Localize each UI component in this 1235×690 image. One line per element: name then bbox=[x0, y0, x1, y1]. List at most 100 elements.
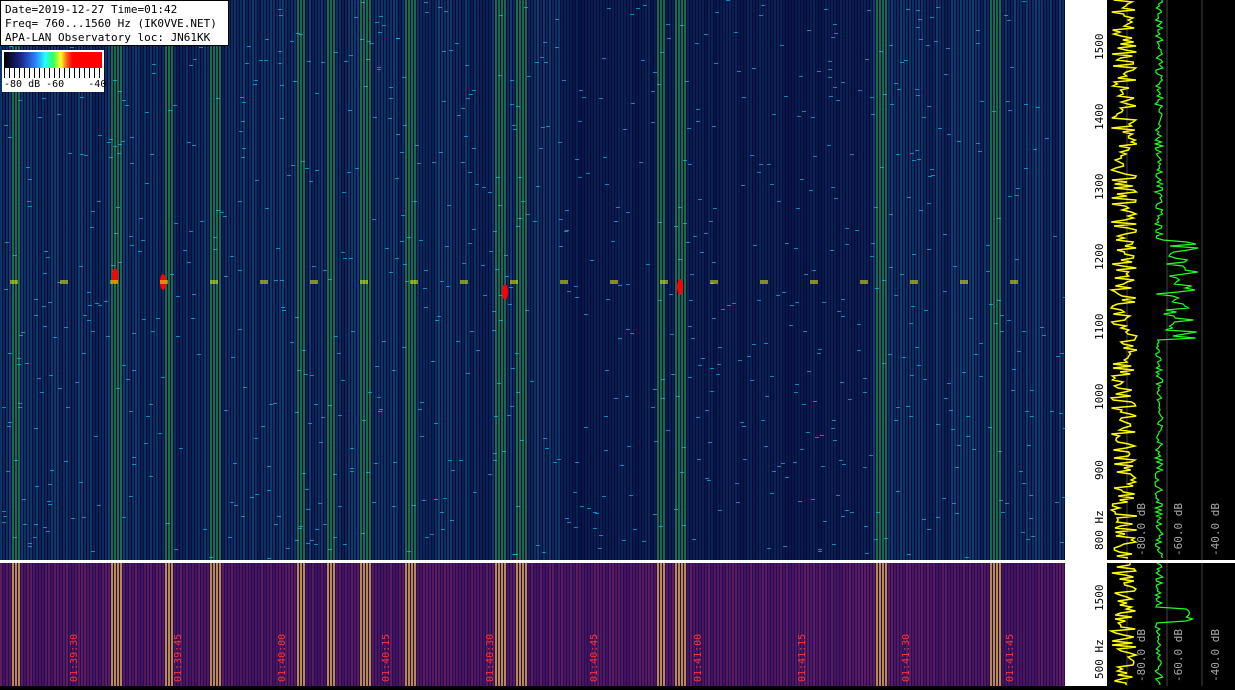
noise-speck bbox=[727, 305, 731, 306]
waterfall-streak bbox=[903, 0, 905, 560]
waterfall-streak-secondary bbox=[351, 563, 353, 686]
waterfall-streak bbox=[687, 0, 689, 560]
waterfall-streak bbox=[588, 0, 590, 560]
waterfall-streak bbox=[144, 0, 146, 560]
waterfall-streak bbox=[333, 0, 335, 560]
noise-speck bbox=[919, 210, 923, 211]
waterfall-streak-secondary bbox=[204, 563, 206, 686]
noise-speck bbox=[1024, 168, 1028, 169]
waterfall-streak-secondary bbox=[954, 563, 956, 686]
carrier-dash bbox=[910, 280, 918, 284]
noise-speck bbox=[38, 117, 42, 118]
waterfall-streak bbox=[732, 0, 734, 560]
noise-speck bbox=[657, 84, 661, 85]
waterfall-streak-secondary bbox=[300, 563, 302, 686]
waterfall-streak-secondary bbox=[657, 563, 659, 686]
noise-speck bbox=[3, 516, 7, 517]
waterfall-streak-secondary bbox=[879, 563, 881, 686]
noise-speck bbox=[686, 242, 690, 243]
noise-speck bbox=[900, 62, 904, 63]
noise-speck bbox=[631, 103, 635, 104]
waterfall-streak-secondary bbox=[294, 563, 296, 686]
noise-speck bbox=[129, 411, 133, 412]
noise-speck bbox=[255, 494, 259, 495]
noise-speck bbox=[620, 465, 624, 466]
noise-speck bbox=[82, 517, 86, 518]
waterfall-streak bbox=[618, 0, 620, 560]
waterfall-streak bbox=[819, 0, 821, 560]
noise-speck bbox=[253, 84, 257, 85]
noise-speck bbox=[33, 537, 37, 538]
waterfall-streak-secondary bbox=[15, 563, 17, 686]
waterfall-streak bbox=[1062, 0, 1064, 560]
noise-speck bbox=[152, 64, 156, 65]
waterfall-streak-secondary bbox=[138, 563, 140, 686]
noise-speck bbox=[785, 477, 789, 478]
noise-speck bbox=[396, 134, 400, 135]
waterfall-streak-secondary bbox=[660, 563, 662, 686]
noise-speck bbox=[333, 474, 337, 475]
noise-speck bbox=[871, 114, 875, 115]
noise-speck bbox=[224, 410, 228, 411]
noise-speck bbox=[264, 60, 268, 61]
waterfall-streak bbox=[639, 0, 641, 560]
waterfall-streak bbox=[1005, 0, 1007, 560]
noise-speck bbox=[47, 501, 51, 502]
noise-speck bbox=[309, 181, 313, 182]
noise-speck bbox=[306, 543, 310, 544]
waterfall-streak bbox=[519, 0, 521, 560]
noise-speck bbox=[8, 353, 12, 354]
noise-speck bbox=[845, 510, 849, 511]
noise-speck bbox=[707, 480, 711, 481]
noise-speck bbox=[845, 244, 849, 245]
waterfall-streak bbox=[930, 0, 932, 560]
waterfall-streak-secondary bbox=[36, 563, 38, 686]
waterfall-streak bbox=[792, 0, 794, 560]
waterfall-streak bbox=[924, 0, 926, 560]
noise-speck bbox=[579, 90, 583, 91]
noise-speck bbox=[430, 534, 434, 535]
noise-speck bbox=[678, 207, 682, 208]
noise-speck bbox=[388, 118, 392, 119]
waterfall-streak-secondary bbox=[615, 563, 617, 686]
waterfall-streak bbox=[504, 0, 506, 560]
waterfall-streak-secondary bbox=[882, 563, 884, 686]
noise-speck bbox=[88, 305, 92, 306]
noise-speck bbox=[697, 459, 701, 460]
noise-speck bbox=[176, 336, 180, 337]
waterfall-streak bbox=[408, 0, 410, 560]
noise-speck bbox=[323, 270, 327, 271]
noise-speck bbox=[483, 295, 487, 296]
waterfall-streak-secondary bbox=[1050, 563, 1052, 686]
waterfall-streak bbox=[222, 0, 224, 560]
noise-speck bbox=[777, 466, 781, 467]
noise-speck bbox=[240, 97, 244, 98]
noise-speck bbox=[753, 245, 757, 246]
noise-speck bbox=[189, 231, 193, 232]
waterfall-streak bbox=[795, 0, 797, 560]
waterfall-streak-secondary bbox=[768, 563, 770, 686]
noise-speck bbox=[2, 407, 6, 408]
noise-speck bbox=[98, 305, 102, 306]
noise-speck bbox=[295, 412, 299, 413]
waterfall-streak-secondary bbox=[843, 563, 845, 686]
noise-speck bbox=[831, 187, 835, 188]
noise-speck bbox=[278, 51, 282, 52]
waterfall-streak-secondary bbox=[57, 563, 59, 686]
waterfall-streak-secondary bbox=[357, 563, 359, 686]
waterfall-streak-secondary bbox=[507, 563, 509, 686]
noise-speck bbox=[688, 326, 692, 327]
noise-speck bbox=[947, 134, 951, 135]
noise-speck bbox=[334, 52, 338, 53]
noise-speck bbox=[558, 142, 562, 143]
noise-speck bbox=[466, 373, 470, 374]
waterfall-streak-secondary bbox=[975, 563, 977, 686]
waterfall-streak bbox=[645, 0, 647, 560]
waterfall-streak-secondary bbox=[444, 563, 446, 686]
waterfall-streak bbox=[900, 0, 902, 560]
noise-speck bbox=[179, 448, 183, 449]
noise-speck bbox=[943, 234, 947, 235]
noise-speck bbox=[924, 310, 928, 311]
noise-speck bbox=[395, 258, 399, 259]
noise-speck bbox=[976, 143, 980, 144]
